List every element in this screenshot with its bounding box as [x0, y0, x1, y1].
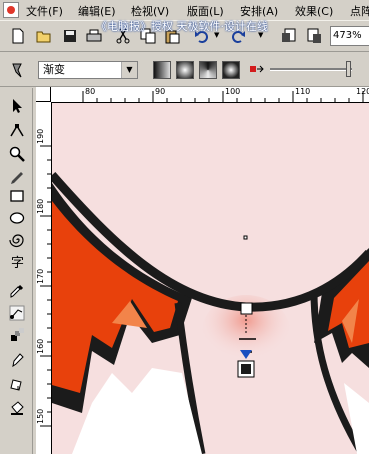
radial-gradient-button[interactable]: [176, 61, 194, 79]
watermark-text: 《电脑报》授权 天极软件·设计在线: [96, 20, 268, 33]
ruler-label: 80: [85, 87, 96, 96]
export-icon: [307, 28, 321, 43]
fill-bucket-icon: [10, 379, 22, 391]
fill-tool-button[interactable]: [7, 374, 27, 394]
spiral-tool-button[interactable]: [7, 230, 27, 250]
ruler-label: 150: [36, 408, 45, 424]
menu-bitmaps[interactable]: 点阵: [350, 3, 369, 19]
zoom-tool-button[interactable]: [7, 144, 27, 164]
fill-type-select[interactable]: 渐变 ▼: [38, 61, 138, 79]
freehand-tool-button[interactable]: [7, 168, 27, 188]
paint-bucket-tool-button[interactable]: [7, 398, 27, 418]
rectangle-icon: [10, 190, 24, 202]
ellipse-icon: [9, 212, 25, 224]
menu-layout[interactable]: 版面(L): [187, 3, 224, 19]
app-icon[interactable]: [3, 2, 19, 18]
interactive-fill-icon: [9, 305, 25, 321]
horizontal-ruler[interactable]: 80 90 100 110 120: [36, 87, 369, 103]
bucket-icon: [11, 401, 24, 415]
import-icon: [282, 28, 296, 42]
new-button[interactable]: [8, 26, 28, 46]
chevron-down-icon[interactable]: ▼: [121, 62, 137, 78]
spiral-icon: [9, 234, 24, 248]
eyedropper-icon: [10, 284, 24, 298]
import-button[interactable]: [279, 26, 299, 46]
fill-tool-icon: [12, 63, 22, 78]
slider-handle[interactable]: [346, 61, 351, 77]
shape-node-icon: [10, 124, 24, 137]
svg-text:字: 字: [11, 256, 24, 270]
interactive-fill-tool-button[interactable]: [7, 303, 27, 323]
menu-effects[interactable]: 效果(C): [295, 3, 333, 19]
toolbox: 字: [0, 88, 33, 454]
ruler-label: 160: [36, 338, 45, 354]
transparency-tool-button[interactable]: [7, 325, 27, 345]
color-swatch-icon: [250, 65, 264, 73]
gradient-midpoint-slider[interactable]: [270, 68, 352, 71]
interactive-fill-indicator: [8, 60, 28, 80]
ruler-origin-corner[interactable]: [36, 87, 51, 102]
ruler-label: 90: [155, 87, 166, 96]
pen-icon: [11, 172, 23, 184]
ruler-label: 110: [295, 87, 311, 96]
text-icon: 字: [11, 256, 24, 270]
ruler-label: 180: [36, 198, 45, 214]
ruler-label: 120: [356, 87, 369, 96]
object-center-marker[interactable]: [243, 235, 248, 240]
pointer-arrow-icon: [13, 99, 22, 113]
magnifier-icon: [9, 146, 25, 162]
open-icon: [36, 31, 51, 43]
vertical-ruler[interactable]: 190 180 170 160 150: [36, 102, 52, 454]
menu-file[interactable]: 文件(F): [26, 3, 63, 19]
property-bar: 渐变 ▼: [0, 52, 369, 87]
gradient-start-handle[interactable]: [240, 302, 253, 315]
text-tool-button[interactable]: 字: [7, 252, 27, 272]
outline-tool-button[interactable]: [7, 350, 27, 370]
rectangle-tool-button[interactable]: [7, 186, 27, 206]
drawing-canvas[interactable]: [52, 103, 369, 454]
gradient-color-picker[interactable]: [250, 64, 264, 74]
ruler-label: 170: [36, 268, 45, 284]
open-button[interactable]: [34, 26, 54, 46]
artwork: [52, 103, 369, 454]
pick-tool-button[interactable]: [7, 96, 27, 116]
conical-gradient-button[interactable]: [199, 61, 217, 79]
save-button[interactable]: [60, 26, 80, 46]
menu-arrange[interactable]: 安排(A): [240, 3, 278, 19]
menu-edit[interactable]: 编辑(E): [78, 3, 116, 19]
new-icon: [12, 28, 24, 44]
ruler-label: 100: [225, 87, 241, 96]
eyedropper-tool-button[interactable]: [7, 281, 27, 301]
ellipse-tool-button[interactable]: [7, 208, 27, 228]
gradient-end-color: [241, 364, 251, 374]
square-gradient-button[interactable]: [222, 61, 240, 79]
save-icon: [64, 30, 76, 42]
shape-tool-button[interactable]: [7, 120, 27, 140]
fill-type-value: 渐变: [43, 63, 65, 76]
transparency-icon: [11, 328, 24, 341]
linear-gradient-button[interactable]: [153, 61, 171, 79]
outline-pen-icon: [12, 353, 24, 368]
menu-view[interactable]: 检视(V): [131, 3, 169, 19]
ruler-label: 190: [36, 128, 45, 144]
export-button[interactable]: [304, 26, 324, 46]
zoom-level-input[interactable]: 473%: [330, 26, 369, 46]
